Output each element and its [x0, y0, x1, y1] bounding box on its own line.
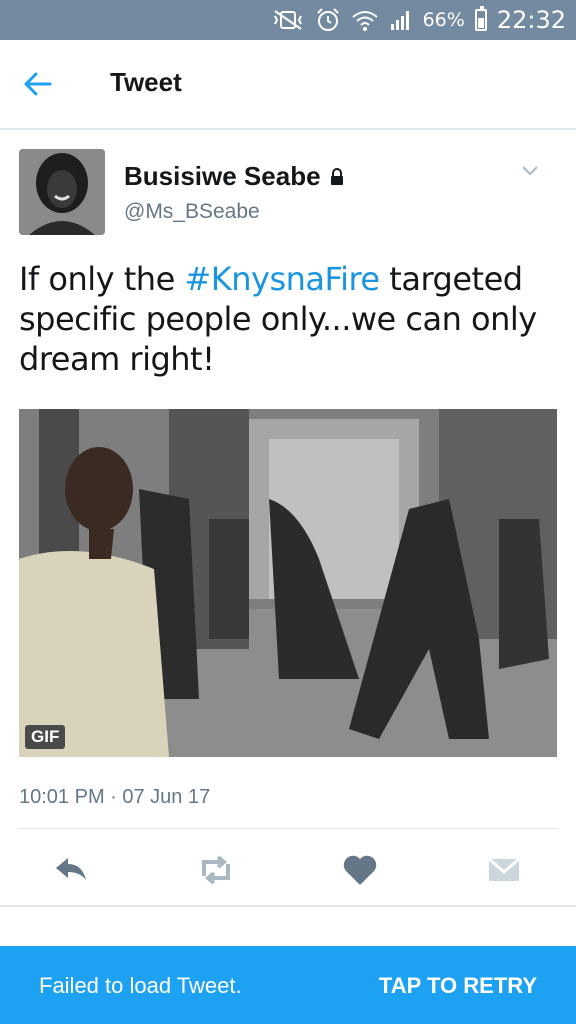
retweet-icon[interactable]	[196, 850, 236, 890]
top-bar: Tweet	[0, 40, 576, 130]
like-icon[interactable]	[340, 850, 380, 890]
lock-icon	[330, 167, 343, 185]
avatar-image	[19, 149, 105, 235]
error-message: Failed to load Tweet.	[39, 973, 242, 998]
gif-frame	[19, 409, 557, 757]
gif-media[interactable]: GIF	[19, 409, 557, 757]
chevron-down-icon[interactable]	[520, 164, 540, 178]
tweet-timestamp: 10:01 PM · 07 Jun 17	[19, 786, 211, 808]
page-title: Tweet	[110, 67, 182, 97]
mute-vibrate-icon	[273, 10, 302, 30]
tweet-actions	[0, 840, 576, 900]
author-name[interactable]: Busisiwe Seabe	[124, 161, 321, 192]
author-name-row[interactable]: Busisiwe Seabe	[124, 161, 345, 192]
divider	[19, 828, 557, 829]
tweet-text-before: If only the	[19, 260, 185, 298]
gif-badge: GIF	[25, 725, 66, 749]
status-bar: 66% 22:32	[0, 0, 576, 40]
battery-percentage: 66%	[422, 9, 465, 31]
signal-icon	[390, 11, 409, 30]
hashtag-link[interactable]: #KnysnaFire	[184, 260, 380, 298]
tweet-text: If only the #KnysnaFire targeted specifi…	[19, 259, 559, 379]
direct-message-icon[interactable]	[484, 850, 524, 890]
retry-button[interactable]: TAP TO RETRY	[379, 973, 537, 999]
wifi-icon	[351, 11, 378, 31]
arrow-left-icon[interactable]	[22, 68, 54, 100]
author-handle[interactable]: @Ms_BSeabe	[124, 200, 260, 224]
avatar[interactable]	[19, 149, 105, 235]
alarm-icon	[316, 8, 339, 31]
reply-icon[interactable]	[52, 850, 92, 890]
clock: 22:32	[496, 6, 566, 34]
divider	[0, 905, 576, 907]
battery-icon	[474, 6, 487, 31]
error-banner[interactable]: Failed to load Tweet. TAP TO RETRY	[0, 946, 576, 1024]
